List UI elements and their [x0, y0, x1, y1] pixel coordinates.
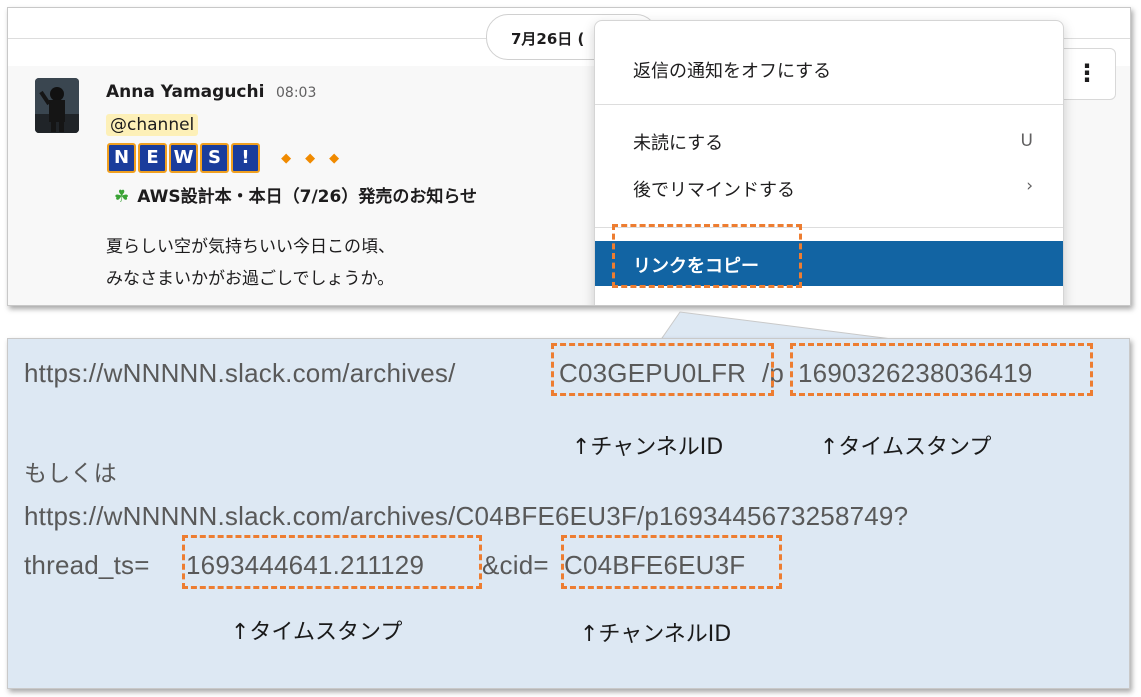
- timestamp-note: ↑タイムスタンプ: [231, 620, 403, 645]
- more-actions-button[interactable]: ⋮: [1058, 48, 1116, 100]
- channel-id-highlight: [561, 535, 782, 589]
- news-letter: !: [231, 143, 260, 173]
- menu-item-mark-unread[interactable]: 未読にする: [633, 129, 723, 155]
- news-letter: E: [138, 143, 167, 173]
- diamond-icon: ◆: [281, 151, 292, 166]
- diamond-icon: ◆: [329, 151, 340, 166]
- channel-id-note: ↑チャンネルID: [572, 435, 724, 460]
- menu-divider: [595, 104, 1063, 105]
- channel-id-highlight: [551, 343, 774, 396]
- slack-screenshot: 7月26日 ( Anna Yamaguchi 08:03 @channel NE…: [7, 7, 1131, 306]
- timestamp-note: ↑タイムスタンプ: [820, 435, 992, 460]
- url2-prefix: thread_ts=: [24, 550, 150, 580]
- chevron-right-icon: ›: [1026, 176, 1033, 196]
- message-body-line1: 夏らしい空が気持ちいい今日この頃、: [106, 237, 395, 257]
- announcement-title-text: AWS設計本・本日（7/26）発売のお知らせ: [137, 187, 477, 207]
- news-letter: S: [200, 143, 229, 173]
- avatar[interactable]: [35, 78, 79, 133]
- timestamp-highlight: [790, 343, 1093, 396]
- news-banner: N E W S! ◆ ◆ ◆: [107, 143, 339, 175]
- url2-line1: https://wNNNNN.slack.com/archives/C04BFE…: [24, 501, 909, 531]
- diamond-icon: ◆: [305, 151, 316, 166]
- url1-prefix: https://wNNNNN.slack.com/archives/: [24, 358, 456, 388]
- copy-link-highlight: [612, 224, 802, 288]
- shortcut-hint: U: [1020, 131, 1033, 151]
- news-letter: W: [169, 143, 198, 173]
- timestamp-highlight: [182, 535, 482, 589]
- menu-item-remind-later[interactable]: 後でリマインドする: [633, 176, 795, 202]
- date-label: 7月26日 (: [511, 30, 585, 48]
- more-vertical-icon: ⋮: [1075, 59, 1099, 87]
- channel-mention[interactable]: @channel: [106, 114, 199, 136]
- announcement-title: ☘ AWS設計本・本日（7/26）発売のお知らせ: [114, 182, 477, 207]
- channel-id-note: ↑チャンネルID: [580, 622, 732, 647]
- message-body-line2: みなさまいかがお過ごしでしょうか。: [106, 269, 395, 289]
- message-time[interactable]: 08:03: [276, 85, 316, 101]
- news-letter: N: [107, 143, 136, 173]
- url2-separator: &cid=: [482, 550, 549, 580]
- or-text: もしくは: [24, 460, 117, 486]
- clover-icon: ☘: [114, 187, 130, 207]
- author-name[interactable]: Anna Yamaguchi: [106, 82, 264, 102]
- menu-item-turn-off-reply-notifications[interactable]: 返信の通知をオフにする: [633, 57, 831, 83]
